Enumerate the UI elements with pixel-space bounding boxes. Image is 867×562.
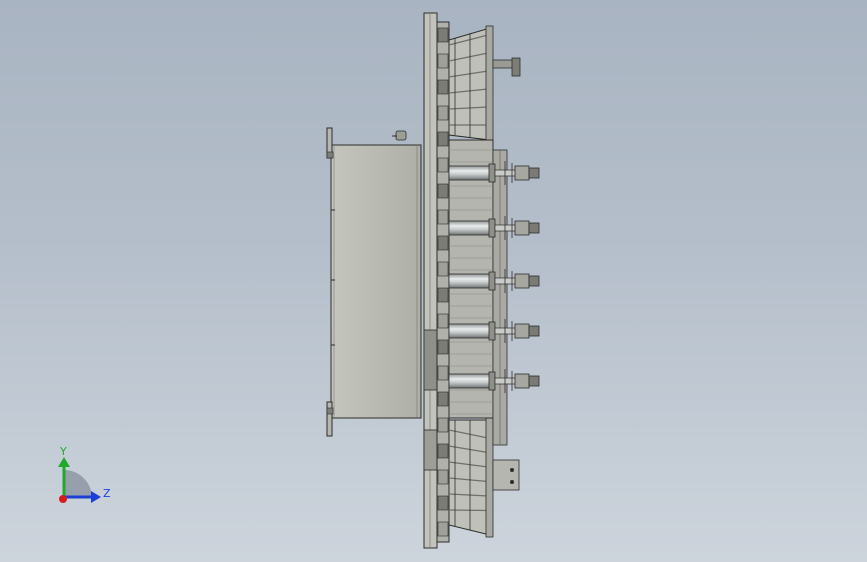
cylinder-cap <box>488 271 496 291</box>
nut <box>528 167 540 179</box>
fitting <box>392 130 407 141</box>
cad-model-side-view[interactable]: Y Z <box>0 0 867 562</box>
secondary-plate <box>436 21 450 543</box>
nut <box>528 375 540 387</box>
plate-block <box>437 209 449 225</box>
plate-block <box>437 53 449 69</box>
plate-block <box>437 521 449 537</box>
plate-block <box>437 495 449 511</box>
y-axis-arrow <box>58 457 70 467</box>
plate-block <box>437 391 449 407</box>
plate-block <box>437 105 449 121</box>
orientation-triad[interactable]: Y Z <box>58 445 111 503</box>
plate-block <box>437 131 449 147</box>
plate-block <box>437 287 449 303</box>
cylinder-body <box>448 220 492 236</box>
triad-arc <box>64 470 92 497</box>
plate-block <box>437 79 449 95</box>
plate-block <box>437 443 449 459</box>
nut <box>528 275 540 287</box>
z-axis-label: Z <box>103 487 111 500</box>
plate-block <box>437 261 449 277</box>
guide-rail <box>448 139 508 446</box>
plate-block <box>437 365 449 381</box>
lower-rib-frame <box>448 414 520 538</box>
z-axis-arrow <box>91 491 101 503</box>
x-axis-dot <box>59 495 67 503</box>
graphics-viewport[interactable]: Y Z <box>0 0 867 562</box>
cylinder-cap <box>488 321 496 341</box>
y-axis-label: Y <box>59 445 67 458</box>
rod-end <box>514 273 530 289</box>
plate-block <box>437 417 449 433</box>
rod-end <box>514 323 530 339</box>
rod-end <box>514 220 530 236</box>
upper-rib-frame <box>448 25 521 147</box>
rod-end <box>514 373 530 389</box>
plate-block <box>437 469 449 485</box>
main-plate <box>423 12 438 549</box>
cylinder-cap <box>488 218 496 238</box>
cylinder-cap <box>488 163 496 183</box>
cylinder-body <box>448 323 492 339</box>
cylinder-body <box>448 373 492 389</box>
plate-block <box>437 183 449 199</box>
cylinder-cap <box>488 371 496 391</box>
enclosure-box <box>326 127 422 437</box>
cylinder-body <box>448 273 492 289</box>
plate-block <box>437 339 449 355</box>
cylinder-body <box>448 165 492 181</box>
nut <box>528 222 540 234</box>
plate-block <box>437 313 449 329</box>
nut <box>528 325 540 337</box>
plate-block <box>437 157 449 173</box>
rod-end <box>514 165 530 181</box>
plate-block <box>437 235 449 251</box>
plate-block <box>437 27 449 43</box>
